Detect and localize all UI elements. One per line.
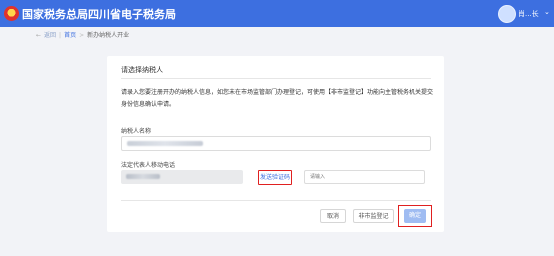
back-arrow-icon[interactable]: ← xyxy=(36,32,41,39)
card-title: 请选择纳税人 xyxy=(121,66,163,74)
tax-logo-icon xyxy=(4,6,19,21)
title-divider xyxy=(121,78,431,79)
legal-rep-phone-label: 法定代表人移动电话 xyxy=(121,162,176,169)
cancel-button[interactable]: 取消 xyxy=(320,209,346,223)
breadcrumb-home[interactable]: 首页 xyxy=(64,32,76,39)
breadcrumb-current: 新办纳税人开业 xyxy=(87,32,130,39)
verification-code-input[interactable] xyxy=(304,170,425,184)
taxpayer-name-field[interactable] xyxy=(121,136,431,151)
notice-text: 请录入您要注册开办的纳税人信息，如您未在市场监管部门办理登记，可使用【非市监登记… xyxy=(121,89,434,108)
app-title: 国家税务总局四川省电子税务局 xyxy=(22,8,176,21)
breadcrumb-separator: > xyxy=(79,32,85,39)
back-link[interactable]: 返回 xyxy=(44,32,56,39)
send-code-button[interactable]: 发送验证码 xyxy=(258,170,292,185)
confirm-highlight: 确定 xyxy=(398,205,432,227)
actions-divider xyxy=(121,200,431,201)
user-avatar[interactable] xyxy=(498,5,516,23)
chevron-down-icon[interactable]: ⌄ xyxy=(544,8,550,16)
legal-rep-phone-field xyxy=(121,170,243,184)
select-taxpayer-card: 请选择纳税人 请录入您要注册开办的纳税人信息，如您未在市场监管部门办理登记，可使… xyxy=(107,56,444,232)
top-header: 国家税务总局四川省电子税务局 肖...长 ⌄ xyxy=(0,0,554,27)
user-name[interactable]: 肖...长 xyxy=(518,9,539,19)
breadcrumb: ← 返回 | 首页 > 新办纳税人开业 xyxy=(36,30,129,39)
confirm-button[interactable]: 确定 xyxy=(404,209,426,223)
redacted-phone-number xyxy=(126,174,160,179)
taxpayer-name-label: 纳税人名称 xyxy=(121,128,152,135)
non-market-registration-button[interactable]: 非市监登记 xyxy=(353,209,394,223)
redacted-taxpayer-name xyxy=(127,141,203,146)
breadcrumb-separator: | xyxy=(59,32,62,39)
